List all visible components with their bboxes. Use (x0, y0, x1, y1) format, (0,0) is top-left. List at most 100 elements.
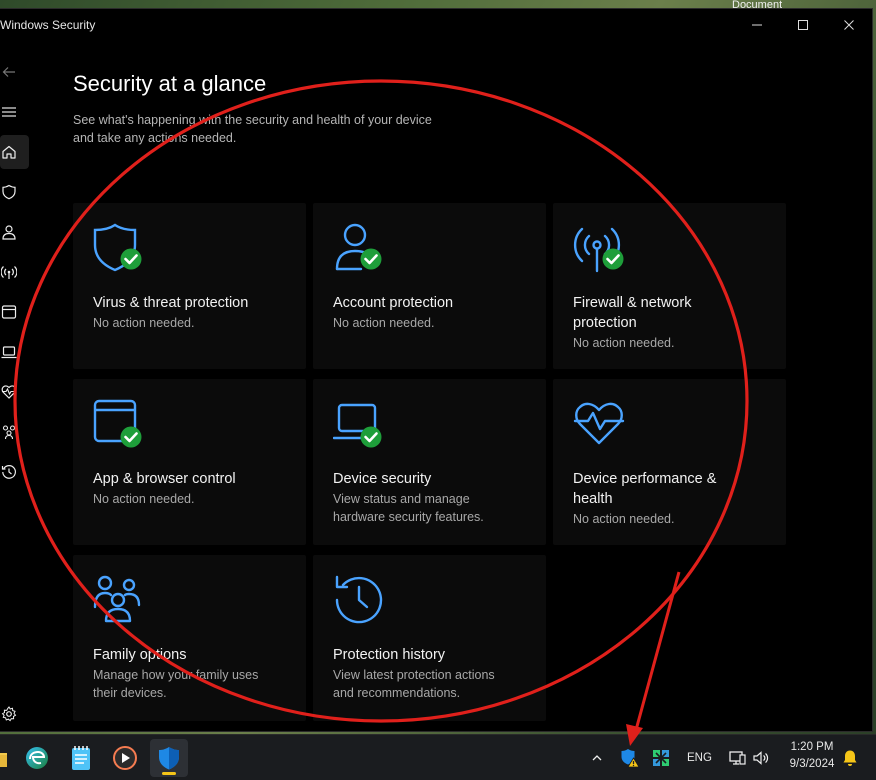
taskbar-file-explorer[interactable] (0, 739, 14, 777)
tile-status: No action needed. (93, 492, 195, 506)
media-player-icon (113, 746, 137, 770)
tile-title: Virus & threat protection (93, 295, 249, 311)
maximize-button[interactable] (780, 9, 826, 41)
wireless-signal-icon (1, 266, 17, 279)
tile-status: No action needed. (333, 316, 435, 330)
app-window-icon (1, 305, 17, 319)
desktop-corner-label: Document (732, 0, 783, 8)
nav-protection-history[interactable] (0, 455, 29, 489)
tray-network[interactable] (727, 748, 747, 768)
input-language-indicator[interactable]: ENG (687, 752, 712, 764)
shield-icon (2, 184, 16, 200)
page-subtitle: See what's happening with the security a… (73, 111, 473, 147)
tile-description: View status and manage hardware security… (333, 490, 533, 526)
tray-volume[interactable] (751, 748, 771, 768)
tile-title: Device performance & health (573, 469, 773, 509)
active-app-indicator (162, 772, 176, 775)
navigation-rail (0, 41, 34, 731)
bell-icon (843, 750, 857, 766)
laptop-icon (1, 346, 17, 359)
tile-title: Device security (333, 471, 432, 487)
tile-status: No action needed. (573, 336, 675, 350)
nav-family-options[interactable] (0, 415, 29, 449)
family-icon (2, 425, 16, 440)
speaker-icon (753, 751, 769, 765)
tray-windows-security[interactable] (620, 748, 640, 768)
tile-title: Account protection (333, 295, 454, 311)
tile-family-options[interactable]: Family options Manage how your family us… (73, 555, 306, 721)
tile-status: No action needed. (93, 316, 195, 330)
back-button[interactable] (0, 55, 29, 89)
windows-security-shield-icon (159, 747, 179, 770)
clock[interactable]: 1:20 PM 9/3/2024 (778, 741, 846, 775)
app-window-check-icon (93, 399, 142, 448)
tile-firewall-network-protection[interactable]: Firewall & network protection No action … (553, 203, 786, 369)
tile-app-browser-control[interactable]: App & browser control No action needed. (73, 379, 306, 545)
tray-app-icon[interactable] (651, 748, 671, 768)
notifications-button[interactable] (840, 748, 860, 768)
show-hidden-icons-button[interactable] (587, 748, 607, 768)
shield-check-icon (93, 223, 142, 272)
menu-button[interactable] (0, 95, 29, 129)
clock-time: 1:20 PM (790, 741, 834, 753)
tile-description-line1: View latest protection actions (333, 668, 495, 682)
laptop-check-icon (333, 403, 382, 448)
gear-icon (1, 706, 17, 722)
tile-description: Manage how your family uses their device… (93, 666, 293, 702)
nav-home[interactable] (0, 135, 29, 169)
nav-settings[interactable] (0, 697, 29, 731)
tile-device-security[interactable]: Device security View status and manage h… (313, 379, 546, 545)
chevron-up-icon (592, 755, 602, 761)
tile-virus-threat-protection[interactable]: Virus & threat protection No action need… (73, 203, 306, 369)
windows-security-window: Windows Security Security at a glance Se… (0, 8, 873, 732)
maximize-icon (798, 20, 808, 30)
taskbar-edge[interactable] (18, 739, 56, 777)
nav-firewall-network[interactable] (0, 255, 29, 289)
page-title: Security at a glance (73, 71, 267, 96)
close-icon (844, 20, 854, 30)
colorful-app-icon (653, 750, 669, 766)
nav-device-performance-health[interactable] (0, 375, 29, 409)
clock-date: 9/3/2024 (789, 758, 835, 770)
close-button[interactable] (826, 9, 872, 41)
tile-title: Protection history (333, 647, 446, 663)
title-bar[interactable]: Windows Security (0, 9, 872, 41)
tile-title-line2: health (573, 491, 613, 507)
edge-browser-icon (26, 747, 48, 769)
taskbar-notepad[interactable] (62, 739, 100, 777)
main-content: Security at a glance See what's happenin… (34, 41, 872, 731)
hamburger-menu-icon (2, 107, 16, 117)
tile-title: App & browser control (93, 471, 236, 487)
nav-virus-threat-protection[interactable] (0, 175, 29, 209)
page-subtitle-line1: See what's happening with the security a… (73, 113, 432, 127)
tile-description: View latest protection actions and recom… (333, 666, 533, 702)
heart-pulse-icon (1, 385, 17, 399)
back-arrow-icon (2, 67, 15, 77)
tile-description-line1: Manage how your family uses (93, 668, 259, 682)
tile-account-protection[interactable]: Account protection No action needed. (313, 203, 546, 369)
tile-title: Family options (93, 647, 187, 663)
nav-device-security[interactable] (0, 335, 29, 369)
minimize-button[interactable] (734, 9, 780, 41)
tile-description-line2: their devices. (93, 686, 167, 700)
tile-description-line2: and recommendations. (333, 686, 461, 700)
tile-title-line1: Firewall & network (573, 295, 692, 311)
taskbar-media-player[interactable] (106, 739, 144, 777)
tile-title: Firewall & network protection (573, 293, 773, 333)
tile-status: No action needed. (573, 512, 675, 526)
taskbar-windows-security[interactable] (150, 739, 188, 777)
history-icon (1, 465, 16, 479)
tile-device-performance-health[interactable]: Device performance & health No action ne… (553, 379, 786, 545)
history-icon (335, 575, 383, 624)
account-check-icon (335, 223, 382, 271)
tile-title-line1: Device performance & (573, 471, 717, 487)
family-icon (93, 575, 141, 623)
tile-description-line2: hardware security features. (333, 510, 484, 524)
app-title: Windows Security (0, 18, 96, 32)
nav-app-browser-control[interactable] (0, 295, 29, 329)
nav-account-protection[interactable] (0, 215, 29, 249)
person-icon (2, 225, 16, 240)
home-icon (2, 145, 16, 159)
minimize-icon (752, 24, 762, 26)
tile-protection-history[interactable]: Protection history View latest protectio… (313, 555, 546, 721)
